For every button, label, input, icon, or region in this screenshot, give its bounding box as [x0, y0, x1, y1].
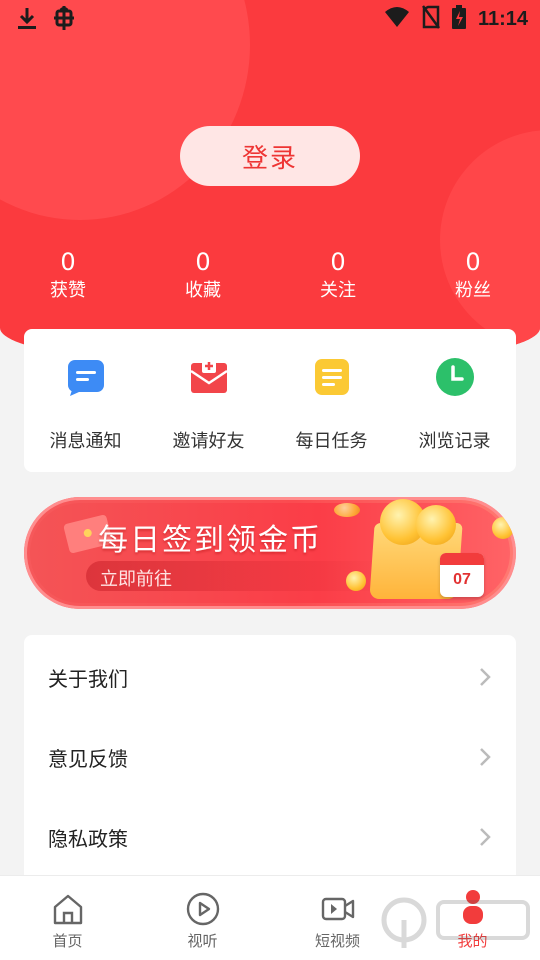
menu-item-about[interactable]: 关于我们 — [24, 637, 516, 717]
action-label: 邀请好友 — [172, 431, 245, 452]
battery-charging-icon — [451, 5, 466, 33]
nav-label: 视听 — [187, 932, 218, 950]
action-invite[interactable]: 邀请好友 — [147, 357, 270, 453]
calendar-icon: 07 — [440, 553, 484, 597]
stat-value: 0 — [60, 248, 76, 276]
menu-item-label: 关于我们 — [48, 666, 128, 691]
nav-audio-video[interactable]: 视听 — [135, 876, 270, 960]
settings-menu: 关于我们 意见反馈 隐私政策 — [24, 635, 516, 885]
play-circle-icon — [186, 892, 220, 926]
login-button[interactable]: 登录 — [180, 126, 360, 186]
daily-checkin-banner[interactable]: 每日签到领金币 立即前往 07 — [24, 497, 516, 609]
stat-value: 0 — [330, 248, 346, 276]
stat-label: 关注 — [320, 280, 356, 301]
chevron-right-icon — [478, 667, 492, 687]
stat-likes[interactable]: 0 获赞 — [8, 248, 128, 306]
stat-label: 获赞 — [50, 280, 86, 301]
stat-favorites[interactable]: 0 收藏 — [143, 248, 263, 306]
home-icon — [51, 892, 85, 926]
message-icon — [66, 357, 106, 397]
stat-label: 粉丝 — [455, 280, 491, 301]
action-daily-tasks[interactable]: 每日任务 — [270, 357, 393, 453]
coin-icon — [346, 571, 366, 591]
banner-title: 每日签到领金币 — [98, 523, 322, 558]
chevron-right-icon — [478, 747, 492, 767]
header-decoration — [440, 130, 540, 350]
video-camera-icon — [321, 892, 355, 926]
action-label: 每日任务 — [295, 431, 368, 452]
stat-label: 收藏 — [185, 280, 221, 301]
menu-item-privacy[interactable]: 隐私政策 — [24, 797, 516, 877]
chevron-right-icon — [478, 827, 492, 847]
bug-icon — [52, 5, 76, 35]
coin-icon — [492, 517, 514, 539]
stat-followers[interactable]: 0 粉丝 — [413, 248, 533, 306]
coin-icon — [416, 505, 456, 545]
action-notifications[interactable]: 消息通知 — [24, 357, 147, 453]
profile-stats: 0 获赞 0 收藏 0 关注 0 粉丝 — [0, 248, 540, 308]
menu-item-feedback[interactable]: 意见反馈 — [24, 717, 516, 797]
clock: 11:14 — [477, 7, 528, 30]
wifi-icon — [384, 6, 410, 32]
download-icon — [16, 6, 38, 34]
banner-subtitle: 立即前往 — [100, 569, 172, 590]
nav-label: 首页 — [52, 932, 83, 950]
no-sim-icon — [421, 5, 440, 33]
calendar-day: 07 — [453, 571, 471, 588]
stat-value: 0 — [195, 248, 211, 276]
coin-icon — [334, 503, 360, 517]
status-bar: 11:14 — [0, 0, 540, 36]
action-label: 浏览记录 — [418, 431, 491, 452]
stat-value: 0 — [465, 248, 481, 276]
menu-item-label: 隐私政策 — [48, 826, 128, 851]
history-clock-icon — [435, 357, 475, 397]
action-history[interactable]: 浏览记录 — [393, 357, 516, 453]
quick-actions-card: 消息通知 邀请好友 每日任务 浏览记录 — [24, 329, 516, 472]
nav-home[interactable]: 首页 — [0, 876, 135, 960]
action-label: 消息通知 — [49, 431, 122, 452]
watermark-logo — [380, 880, 540, 960]
invite-mail-icon — [189, 357, 229, 397]
stat-following[interactable]: 0 关注 — [278, 248, 398, 306]
task-list-icon — [312, 357, 352, 397]
menu-item-label: 意见反馈 — [48, 746, 128, 771]
